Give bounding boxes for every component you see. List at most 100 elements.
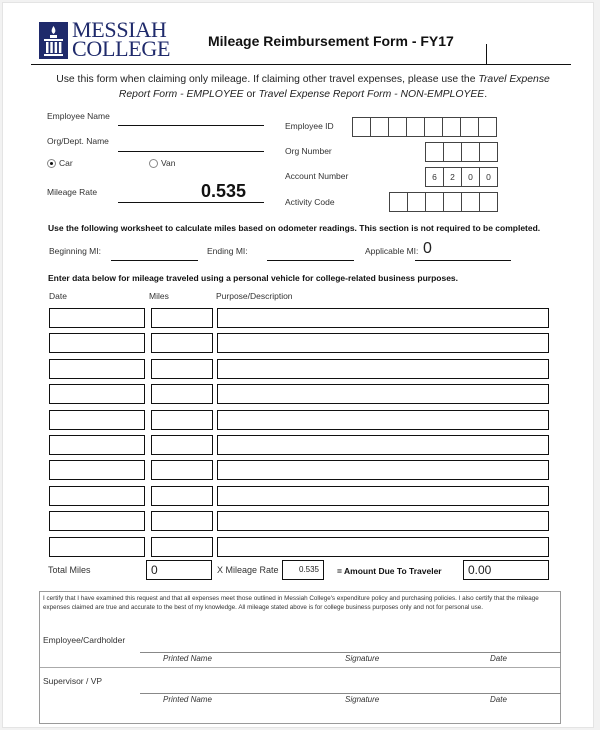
activity-code-digit[interactable] [389,192,408,212]
certification-text: I certify that I have examined this requ… [43,595,539,611]
org-number-digit[interactable] [461,142,480,162]
certification-section: I certify that I have examined this requ… [39,591,561,724]
column-header-date: Date [49,291,67,301]
supervisor-signature-line[interactable] [140,693,561,694]
caption-date: Date [490,695,507,704]
employee-id-digit[interactable] [478,117,497,137]
header-rule [31,64,571,65]
total-miles-field[interactable]: 0 [146,560,212,580]
miles-field[interactable] [151,536,213,557]
purpose-field[interactable] [217,485,549,506]
purpose-field[interactable] [217,460,549,481]
employee-id-digit[interactable] [370,117,389,137]
amount-due-field[interactable]: 0.00 [463,560,549,580]
employee-signature-line[interactable] [140,652,561,653]
date-field[interactable] [49,511,145,532]
date-field[interactable] [49,409,145,430]
employee-id-boxes[interactable] [352,117,497,137]
org-number-digit[interactable] [479,142,498,162]
purpose-field[interactable] [217,384,549,405]
mileage-rate-value: 0.535 [201,181,247,201]
activity-code-digit[interactable] [461,192,480,212]
date-field[interactable] [49,460,145,481]
employee-id-digit[interactable] [352,117,371,137]
log-instruction: Enter data below for mileage traveled us… [48,273,459,283]
purpose-field[interactable] [217,409,549,430]
applicable-mi-value: 0 [423,240,432,257]
miles-field[interactable] [151,384,213,405]
purpose-field[interactable] [217,333,549,354]
activity-code-digit[interactable] [425,192,444,212]
employee-id-digit[interactable] [388,117,407,137]
org-number-digit[interactable] [443,142,462,162]
ending-mi-field[interactable] [267,248,354,261]
purpose-field[interactable] [217,308,549,328]
amount-due-value: 0.00 [468,563,492,577]
org-number-boxes[interactable] [425,142,498,162]
account-number-digit[interactable]: 6 [425,167,444,187]
date-field[interactable] [49,384,145,405]
account-number-digit[interactable]: 0 [479,167,498,187]
radio-selected-icon [47,159,56,169]
employee-id-digit[interactable] [424,117,443,137]
amount-due-label: = Amount Due To Traveler [337,566,442,576]
vehicle-radio-van[interactable]: Van [149,158,176,169]
caption-printed-name: Printed Name [163,695,212,704]
activity-code-boxes[interactable] [389,192,498,212]
radio-unselected-icon [149,159,158,169]
org-dept-name-field[interactable] [118,139,264,152]
activity-code-digit[interactable] [443,192,462,212]
date-field[interactable] [49,308,145,328]
miles-field[interactable] [151,308,213,328]
miles-field[interactable] [151,435,213,455]
date-field[interactable] [49,333,145,354]
account-number-digit[interactable]: 0 [461,167,480,187]
torch-pillar-logo-icon [39,22,68,59]
purpose-field[interactable] [217,511,549,532]
employee-name-label: Employee Name [47,111,110,121]
activity-code-label: Activity Code [285,197,335,207]
employee-id-digit[interactable] [442,117,461,137]
account-number-digit[interactable]: 2 [443,167,462,187]
date-field[interactable] [49,485,145,506]
vehicle-radio-car[interactable]: Car [47,158,73,169]
radio-car-label: Car [59,158,73,168]
org-dept-name-label: Org/Dept. Name [47,136,109,146]
intro-plain: Use this form when claiming only mileage… [56,74,479,85]
purpose-field[interactable] [217,536,549,557]
signer-role-supervisor: Supervisor / VP [43,676,103,686]
miles-field[interactable] [151,409,213,430]
radio-van-label: Van [161,158,176,168]
signer-divider [40,667,560,668]
account-number-boxes[interactable]: 6 2 0 0 [425,167,498,187]
mileage-rate-total-value: 0.535 [298,565,319,574]
miles-field[interactable] [151,333,213,354]
intro-link-nonemployee-form: Travel Expense Report Form - NON-EMPLOYE… [258,89,485,100]
miles-field[interactable] [151,358,213,379]
logo-wordmark: MESSIAH COLLEGE [72,19,170,60]
mileage-rate-underline [118,202,264,203]
caption-date: Date [490,654,507,663]
applicable-mi-field[interactable]: 0 [415,239,511,261]
mileage-rate-multiplier-label: X Mileage Rate [217,565,279,575]
miles-field[interactable] [151,511,213,532]
intro-or: or [243,89,259,100]
beginning-mi-field[interactable] [111,248,198,261]
college-logo: MESSIAH COLLEGE [39,19,173,60]
miles-field[interactable] [151,460,213,481]
mileage-rate-total-field[interactable]: 0.535 [282,560,324,580]
date-field[interactable] [49,358,145,379]
purpose-field[interactable] [217,435,549,455]
activity-code-digit[interactable] [407,192,426,212]
activity-code-digit[interactable] [479,192,498,212]
employee-id-label: Employee ID [285,121,334,131]
employee-id-digit[interactable] [406,117,425,137]
miles-field[interactable] [151,485,213,506]
org-number-digit[interactable] [425,142,444,162]
form-title: Mileage Reimbursement Form - FY17 [208,33,454,49]
employee-name-field[interactable] [118,113,264,126]
employee-id-digit[interactable] [460,117,479,137]
date-field[interactable] [49,536,145,557]
purpose-field[interactable] [217,358,549,379]
date-field[interactable] [49,435,145,455]
